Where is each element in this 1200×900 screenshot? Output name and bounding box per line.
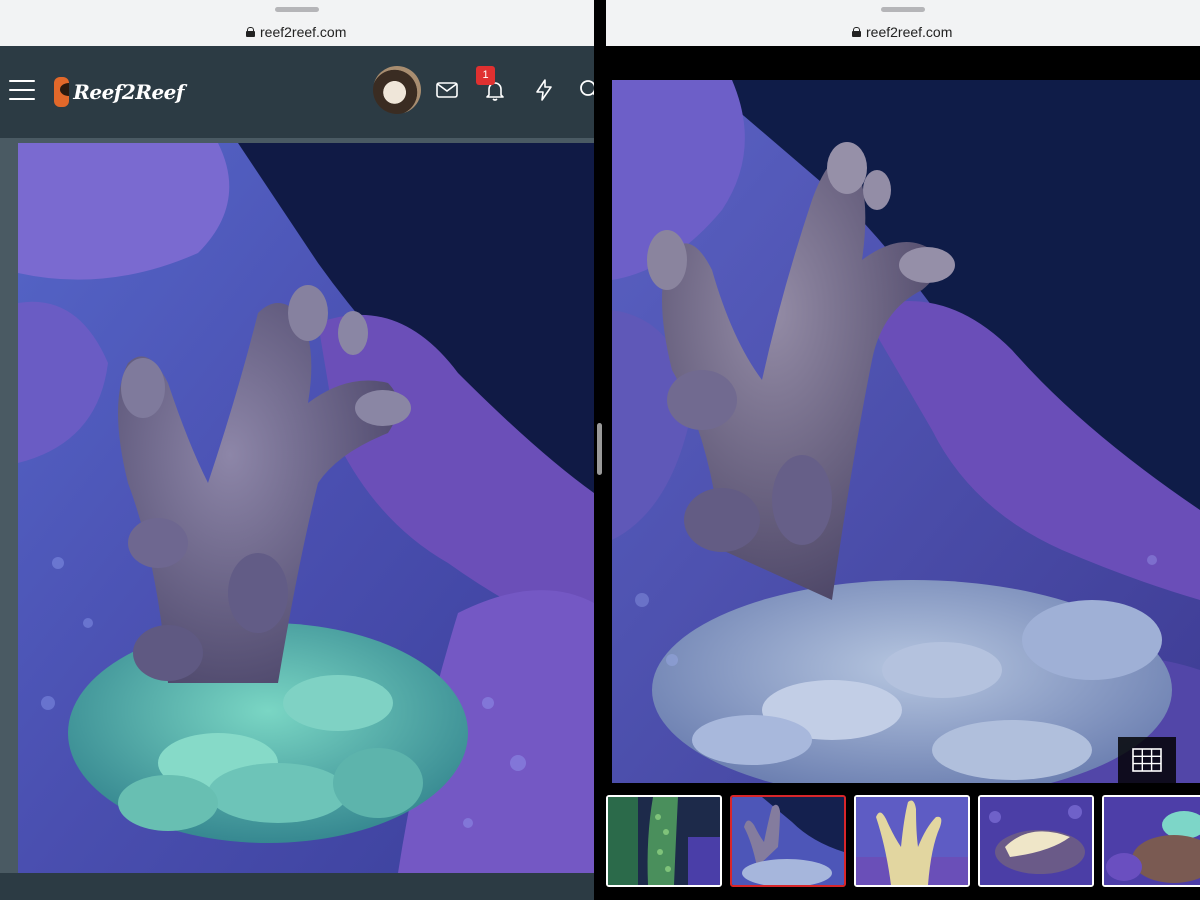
- grid-icon: [1132, 748, 1162, 772]
- coral-photo-full[interactable]: [612, 80, 1200, 783]
- mail-icon[interactable]: [435, 78, 459, 102]
- thumbnail-strip: [606, 795, 1200, 887]
- acropora-thumbnail[interactable]: [730, 795, 846, 887]
- coral-photo-left: [18, 143, 594, 873]
- right-url-bar[interactable]: reef2reef.com: [606, 0, 1200, 46]
- left-side-strip: [0, 143, 18, 873]
- coral-photo-cropped[interactable]: [18, 143, 594, 873]
- gallery-grid-button[interactable]: [1118, 737, 1176, 783]
- brown-coral-thumbnail[interactable]: [1102, 795, 1200, 887]
- left-window-grabber[interactable]: [275, 7, 319, 12]
- green-coral-thumbnail[interactable]: [606, 795, 722, 887]
- lock-icon: [852, 27, 861, 37]
- yellow-coral-thumbnail[interactable]: [854, 795, 970, 887]
- left-bottom-strip: [0, 873, 594, 900]
- right-browser-pane: reef2reef.com: [606, 0, 1200, 900]
- split-view-handle[interactable]: [597, 423, 602, 475]
- search-icon[interactable]: [578, 78, 594, 102]
- lock-icon: [246, 27, 255, 37]
- left-browser-pane: reef2reef.com Reef2Reef 1: [0, 0, 594, 900]
- right-window-grabber[interactable]: [881, 7, 925, 12]
- coral-photo-right: [612, 80, 1200, 783]
- right-url[interactable]: reef2reef.com: [852, 24, 952, 40]
- site-header: Reef2Reef 1: [0, 46, 594, 138]
- left-url-text: reef2reef.com: [260, 24, 347, 40]
- logo-text: Reef2Reef: [73, 80, 184, 104]
- notification-badge: 1: [476, 66, 495, 85]
- right-url-text: reef2reef.com: [866, 24, 953, 40]
- left-url[interactable]: reef2reef.com: [246, 24, 346, 40]
- left-url-bar[interactable]: reef2reef.com: [0, 0, 594, 46]
- site-logo[interactable]: Reef2Reef: [54, 76, 184, 108]
- menu-icon[interactable]: [9, 80, 35, 100]
- rock-coral-thumbnail[interactable]: [978, 795, 1094, 887]
- lightning-icon[interactable]: [532, 78, 556, 102]
- avatar[interactable]: [373, 66, 421, 114]
- logo-badge-icon: [54, 77, 70, 107]
